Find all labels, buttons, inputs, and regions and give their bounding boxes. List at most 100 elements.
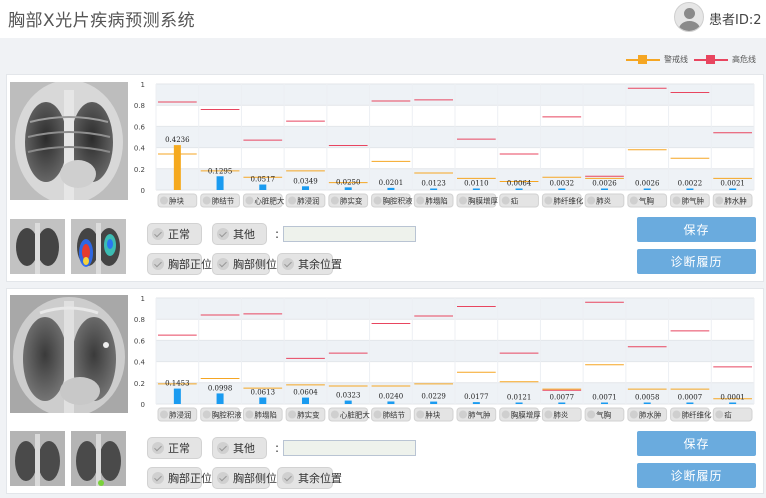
legend-danger-label: 高危线 (732, 55, 756, 64)
category-label: 胸腔积液 (212, 410, 242, 420)
other-text-input-1[interactable] (283, 226, 416, 242)
y-tick-label: 0.8 (134, 102, 145, 110)
check-icon (587, 410, 596, 419)
check-icon (282, 472, 294, 484)
xray-image-main-1[interactable] (10, 82, 128, 200)
category-label: 心脏肥大 (340, 410, 370, 420)
bar-value-label: 0.0177 (464, 393, 489, 401)
check-icon (152, 472, 164, 484)
probability-bar[interactable] (686, 402, 694, 405)
probability-bar[interactable] (601, 402, 608, 405)
probability-bar[interactable] (729, 402, 737, 405)
probability-bar[interactable] (472, 188, 480, 191)
lateral-view-checkbox-2[interactable]: 胸部侧位 (212, 467, 277, 489)
y-tick-label: 0.2 (134, 380, 145, 388)
bar-value-label: 0.0110 (464, 180, 489, 188)
bar-value-label: 0.0998 (208, 384, 233, 392)
rest-position-checkbox-2[interactable]: 其余位置 (277, 467, 342, 489)
probability-bar[interactable] (472, 402, 480, 404)
probability-bar[interactable] (216, 176, 224, 190)
category-label: 胸腔积液 (383, 196, 413, 206)
probability-bar[interactable] (515, 402, 523, 405)
bar-value-label: 0.0123 (421, 180, 446, 188)
diagnosis-history-button-2[interactable]: 诊断履历 (637, 463, 756, 488)
probability-bar[interactable] (430, 188, 438, 191)
normal-checkbox-1[interactable]: 正常 (147, 223, 202, 245)
check-icon (715, 410, 724, 419)
xray-thumbnail-2[interactable] (10, 431, 65, 486)
category-label: 肺结节 (383, 410, 406, 420)
xray-image-main-2[interactable] (10, 295, 128, 413)
category-label: 肺水肿 (724, 196, 747, 206)
category-label: 肺纤维化 (553, 196, 583, 206)
bar-value-label: 0.0349 (293, 177, 318, 185)
probability-bar[interactable] (515, 188, 523, 191)
probability-bar[interactable] (173, 145, 181, 190)
probability-bar[interactable] (387, 187, 395, 190)
probability-bar[interactable] (643, 402, 651, 405)
user-avatar-icon[interactable] (674, 2, 704, 32)
probability-bar[interactable] (344, 400, 352, 404)
check-icon (629, 196, 638, 205)
check-icon (544, 410, 553, 419)
rest-position-label: 其余位置 (298, 258, 342, 271)
colon-label: : (275, 441, 280, 455)
y-tick-label: 0.6 (134, 123, 146, 131)
normal-label: 正常 (168, 442, 190, 455)
check-icon (160, 196, 168, 205)
bar-value-label: 0.0032 (550, 180, 575, 188)
y-tick-label: 0 (141, 187, 145, 195)
category-label: 肺炎 (553, 411, 568, 420)
bar-value-label: 0.0604 (293, 389, 318, 397)
heatmap-thumbnail-2[interactable] (71, 431, 126, 486)
probability-bar[interactable] (259, 184, 267, 190)
check-icon (202, 196, 211, 205)
normal-checkbox-2[interactable]: 正常 (147, 437, 202, 459)
category-label: 气胸 (639, 196, 654, 206)
category-label: 心脏肥大 (254, 196, 284, 206)
patient-id: 患者ID:2 (709, 13, 762, 28)
other-checkbox-2[interactable]: 其他 (212, 437, 267, 459)
diagnosis-history-button-1[interactable]: 诊断履历 (637, 249, 756, 274)
other-text-input-2[interactable] (283, 440, 416, 456)
check-icon (330, 410, 339, 419)
bar-value-label: 0.4236 (165, 136, 190, 144)
probability-bar[interactable] (387, 401, 395, 404)
probability-bar[interactable] (344, 187, 352, 190)
pa-view-checkbox-1[interactable]: 胸部正位 (147, 253, 212, 275)
category-label: 肺结节 (212, 196, 235, 206)
bar-value-label: 0.0064 (507, 180, 532, 188)
probability-bar[interactable] (302, 397, 309, 404)
save-button-2[interactable]: 保存 (637, 431, 756, 456)
check-icon (672, 410, 681, 419)
rest-position-label: 其余位置 (298, 472, 342, 485)
save-button-1[interactable]: 保存 (637, 217, 756, 242)
heatmap-thumbnail-1[interactable] (71, 219, 126, 274)
pa-view-checkbox-2[interactable]: 胸部正位 (147, 467, 212, 489)
rest-position-checkbox-1[interactable]: 其余位置 (277, 253, 342, 275)
probability-bar[interactable] (729, 188, 737, 191)
bar-value-label: 0.0026 (592, 180, 617, 188)
probability-bar[interactable] (601, 188, 608, 191)
probability-bar[interactable] (173, 388, 181, 404)
prediction-chart-2: 1 0.8 0.6 0.4 0.2 0 0.1453 肺浸润 0.0998 胸腔积液 0.0613 肺… (134, 294, 758, 426)
xray-thumbnail-1[interactable] (10, 219, 65, 274)
probability-bar[interactable] (686, 188, 694, 191)
lateral-view-checkbox-1[interactable]: 胸部侧位 (212, 253, 277, 275)
probability-bar[interactable] (259, 397, 267, 404)
category-label: 肺水肿 (639, 410, 662, 420)
check-icon (152, 228, 164, 240)
legend-danger-marker (706, 55, 715, 64)
probability-bar[interactable] (558, 188, 566, 191)
bar-value-label: 0.0077 (550, 394, 575, 402)
probability-bar[interactable] (216, 393, 224, 404)
probability-bar[interactable] (302, 186, 309, 190)
probability-bar[interactable] (430, 401, 438, 404)
bar-value-label: 0.0613 (251, 389, 275, 397)
probability-bar[interactable] (558, 402, 566, 405)
y-tick-label: 0.4 (134, 145, 146, 153)
normal-label: 正常 (168, 228, 190, 241)
check-icon (330, 196, 339, 205)
other-checkbox-1[interactable]: 其他 (212, 223, 267, 245)
probability-bar[interactable] (643, 188, 651, 191)
